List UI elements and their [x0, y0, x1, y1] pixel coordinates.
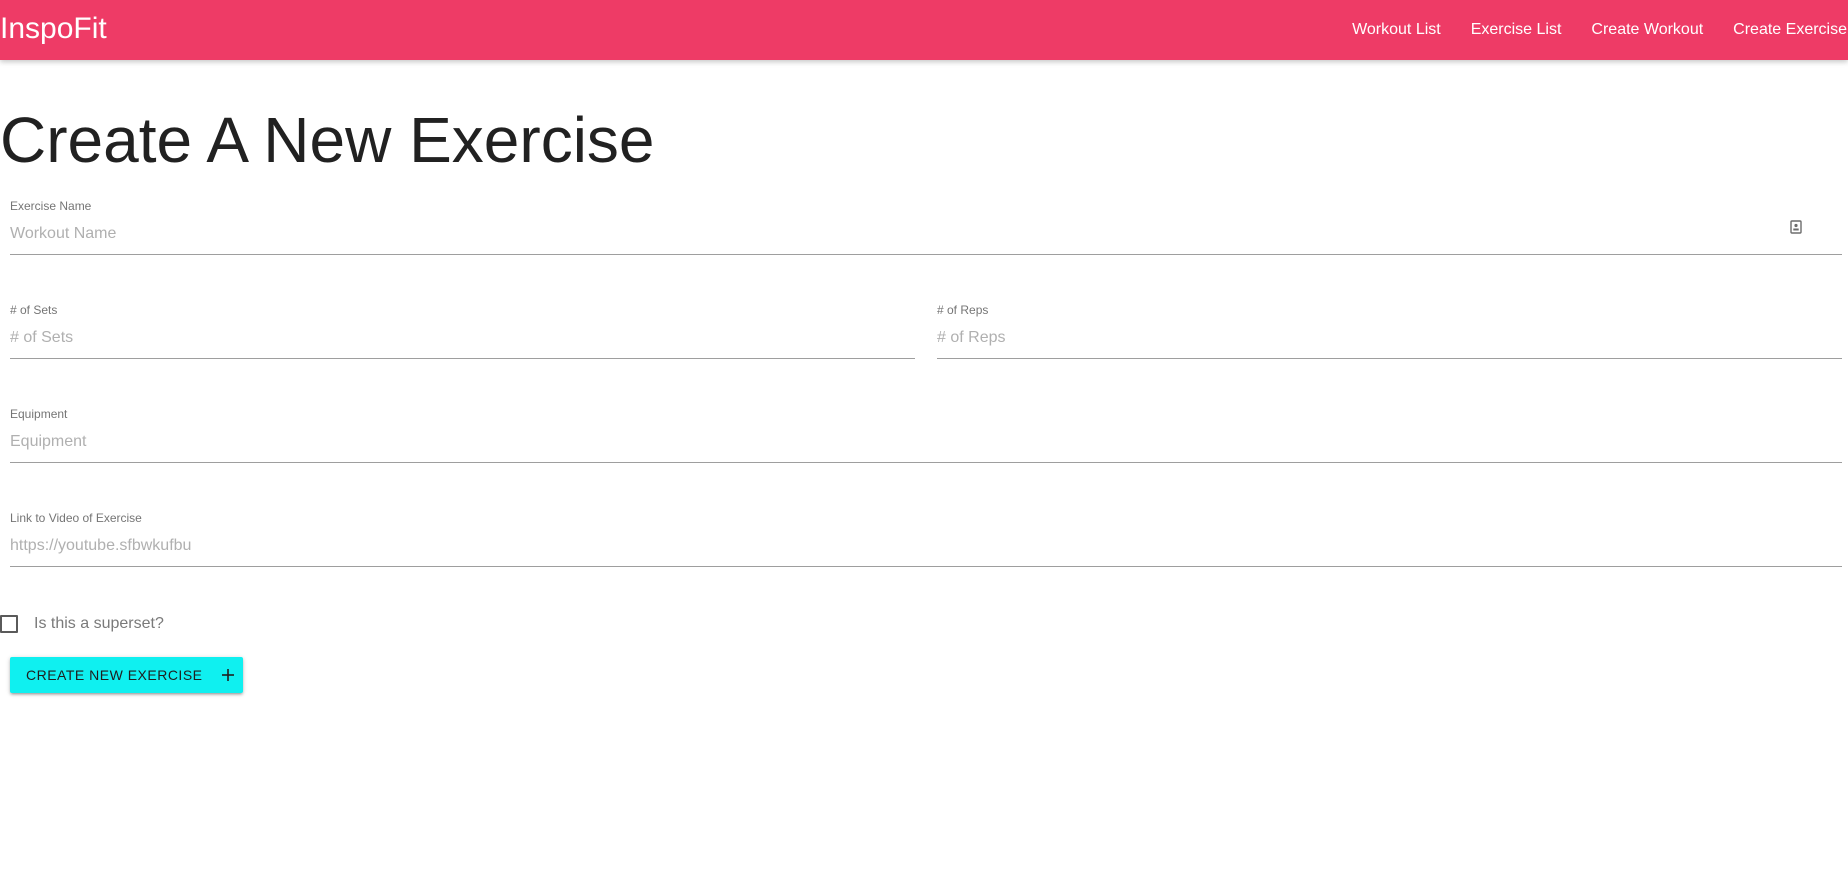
video-link-label: Link to Video of Exercise — [10, 511, 142, 525]
exercise-name-field: Exercise Name — [10, 199, 1842, 256]
reps-input[interactable] — [937, 317, 1842, 359]
reps-label: # of Reps — [937, 303, 989, 317]
sets-input[interactable] — [10, 317, 915, 359]
superset-checkbox[interactable] — [0, 615, 18, 633]
nav-link-create-exercise[interactable]: Create Exercise — [1718, 0, 1848, 60]
top-navbar: InspoFit Workout List Exercise List Crea… — [0, 0, 1848, 60]
create-new-exercise-button[interactable]: Create New Exercise — [10, 657, 243, 693]
sets-label: # of Sets — [10, 303, 58, 317]
nav-link-create-workout[interactable]: Create Workout — [1576, 0, 1718, 60]
exercise-name-label: Exercise Name — [10, 199, 92, 213]
page-title: Create A New Exercise — [0, 104, 655, 176]
superset-checkbox-row[interactable]: Is this a superset? — [0, 612, 164, 636]
equipment-label: Equipment — [10, 407, 68, 421]
video-link-field: Link to Video of Exercise — [10, 511, 1842, 568]
create-button-label: Create New Exercise — [26, 667, 203, 683]
nav-link-exercise-list[interactable]: Exercise List — [1456, 0, 1577, 60]
exercise-name-input[interactable] — [10, 213, 1842, 255]
equipment-field: Equipment — [10, 407, 1842, 464]
plus-icon — [221, 668, 235, 682]
brand-logo-link[interactable]: InspoFit — [0, 11, 107, 47]
equipment-input[interactable] — [10, 421, 1842, 463]
reps-field: # of Reps — [937, 303, 1842, 360]
video-link-input[interactable] — [10, 525, 1842, 567]
id-badge-icon[interactable] — [1788, 219, 1804, 235]
superset-checkbox-label: Is this a superset? — [34, 615, 164, 632]
nav-links: Workout List Exercise List Create Workou… — [1337, 0, 1848, 60]
sets-field: # of Sets — [10, 303, 915, 360]
nav-link-workout-list[interactable]: Workout List — [1337, 0, 1456, 60]
